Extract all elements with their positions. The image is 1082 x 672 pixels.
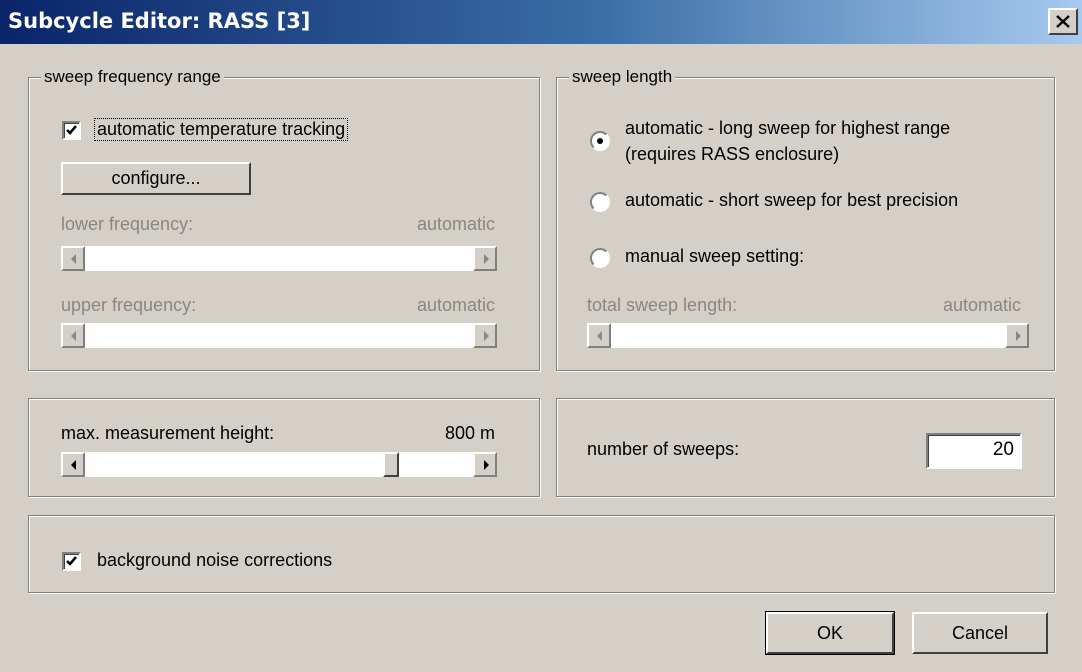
radio-selected-dot (597, 138, 603, 144)
total-sweep-left-arrow[interactable] (587, 323, 611, 348)
arrow-right-icon (484, 460, 489, 470)
arrow-right-icon (1016, 331, 1021, 341)
lower-frequency-slider[interactable] (61, 246, 497, 271)
short-sweep-label[interactable]: automatic - short sweep for best precisi… (625, 190, 958, 211)
sweep-length-group: sweep length automatic - long sweep for … (556, 67, 1055, 371)
lower-frequency-value: automatic (416, 214, 495, 234)
ok-button[interactable]: OK (765, 611, 895, 655)
window-title: Subcycle Editor: RASS [3] (8, 9, 311, 33)
upper-frequency-label: upper frequency: (61, 295, 197, 315)
sweep-length-label: sweep length (569, 67, 676, 87)
sweep-frequency-range-label: sweep frequency range (41, 67, 224, 87)
arrow-right-icon (484, 331, 489, 341)
long-sweep-label-line2[interactable]: (requires RASS enclosure) (625, 144, 839, 165)
close-button[interactable] (1048, 8, 1078, 35)
arrow-left-icon (71, 331, 76, 341)
configure-button[interactable]: configure... (61, 162, 251, 195)
arrow-left-icon (71, 254, 76, 264)
lower-frequency-left-arrow[interactable] (61, 246, 85, 271)
lower-frequency-right-arrow[interactable] (473, 246, 497, 271)
arrow-right-icon (484, 254, 489, 264)
total-sweep-length-slider[interactable] (587, 323, 1029, 348)
measurement-height-slider[interactable] (61, 452, 497, 477)
radio-long-sweep[interactable] (590, 131, 610, 151)
manual-sweep-label[interactable]: manual sweep setting: (625, 246, 804, 267)
title-bar[interactable]: Subcycle Editor: RASS [3] (0, 0, 1082, 44)
total-sweep-length-label: total sweep length: (587, 295, 738, 315)
radio-manual-sweep[interactable] (590, 248, 610, 268)
upper-frequency-value: automatic (416, 295, 495, 315)
cancel-button[interactable]: Cancel (912, 612, 1048, 654)
total-sweep-right-arrow[interactable] (1005, 323, 1029, 348)
checkmark-icon (66, 556, 77, 566)
total-sweep-length-value: automatic (942, 295, 1021, 315)
arrow-left-icon (71, 460, 76, 470)
number-of-sweeps-group: number of sweeps: 20 (556, 398, 1055, 497)
noise-corrections-group: background noise corrections (28, 515, 1055, 593)
noise-corrections-checkbox[interactable] (62, 552, 81, 571)
lower-frequency-label: lower frequency: (61, 214, 194, 234)
close-icon (1056, 15, 1070, 28)
long-sweep-label-line1[interactable]: automatic - long sweep for highest range (625, 118, 950, 139)
auto-temperature-tracking-label[interactable]: automatic temperature tracking (93, 118, 349, 141)
upper-frequency-slider[interactable] (61, 323, 497, 348)
measurement-height-group: max. measurement height: 800 m (28, 398, 540, 497)
height-left-arrow[interactable] (61, 452, 85, 477)
checkmark-icon (66, 125, 77, 135)
subcycle-editor-dialog: Subcycle Editor: RASS [3] sweep frequenc… (0, 0, 1082, 672)
height-slider-thumb[interactable] (383, 452, 399, 477)
number-of-sweeps-label: number of sweeps: (587, 439, 740, 459)
upper-frequency-left-arrow[interactable] (61, 323, 85, 348)
sweep-frequency-range-group: sweep frequency range automatic temperat… (28, 67, 540, 371)
measurement-height-value: 800 m (444, 423, 495, 443)
arrow-left-icon (597, 331, 602, 341)
radio-short-sweep[interactable] (590, 192, 610, 212)
auto-temperature-tracking-checkbox[interactable] (62, 121, 81, 140)
upper-frequency-right-arrow[interactable] (473, 323, 497, 348)
number-of-sweeps-input[interactable]: 20 (926, 433, 1022, 469)
height-right-arrow[interactable] (473, 452, 497, 477)
measurement-height-label: max. measurement height: (61, 423, 275, 443)
noise-corrections-label[interactable]: background noise corrections (97, 550, 332, 571)
